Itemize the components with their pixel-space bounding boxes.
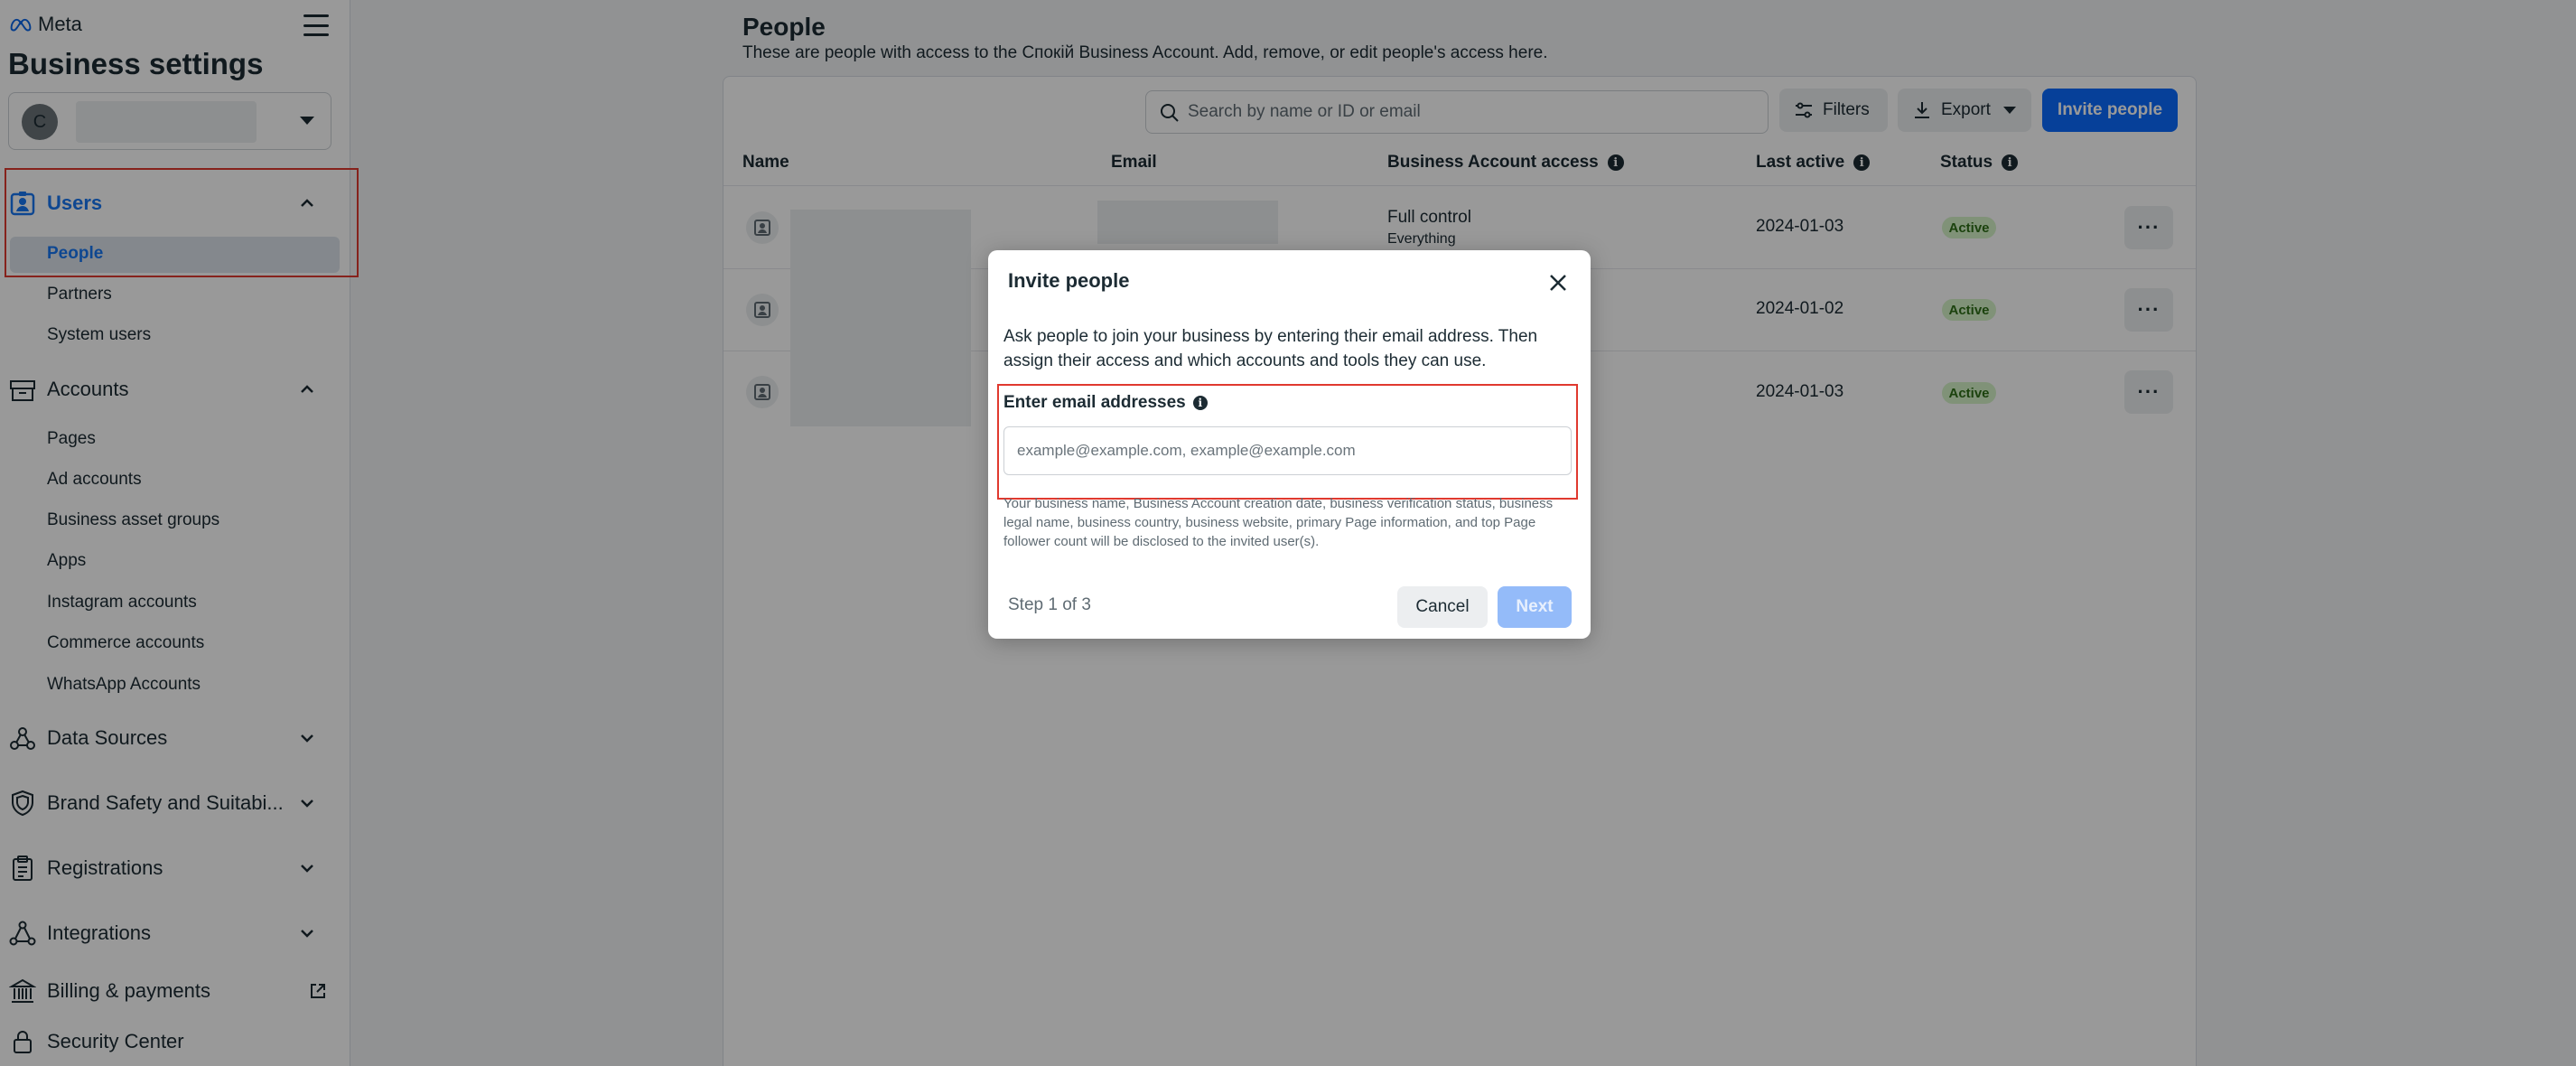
dialog-description: Ask people to join your business by ente… <box>1003 327 1538 370</box>
info-icon[interactable]: i <box>1192 396 1208 410</box>
email-field-label: Enter email addresses i <box>1003 393 1208 413</box>
email-label-text: Enter email addresses <box>1003 393 1186 412</box>
step-indicator: Step 1 of 3 <box>1008 595 1091 614</box>
dialog-title: Invite people <box>1008 269 1130 292</box>
cancel-button[interactable]: Cancel <box>1397 586 1488 628</box>
close-icon[interactable] <box>1545 270 1571 295</box>
next-button[interactable]: Next <box>1498 586 1572 628</box>
invite-people-dialog: Invite people Ask people to join your bu… <box>988 250 1591 639</box>
email-addresses-input[interactable] <box>1003 426 1572 475</box>
disclosure-text: Your business name, Business Account cre… <box>1003 496 1554 549</box>
